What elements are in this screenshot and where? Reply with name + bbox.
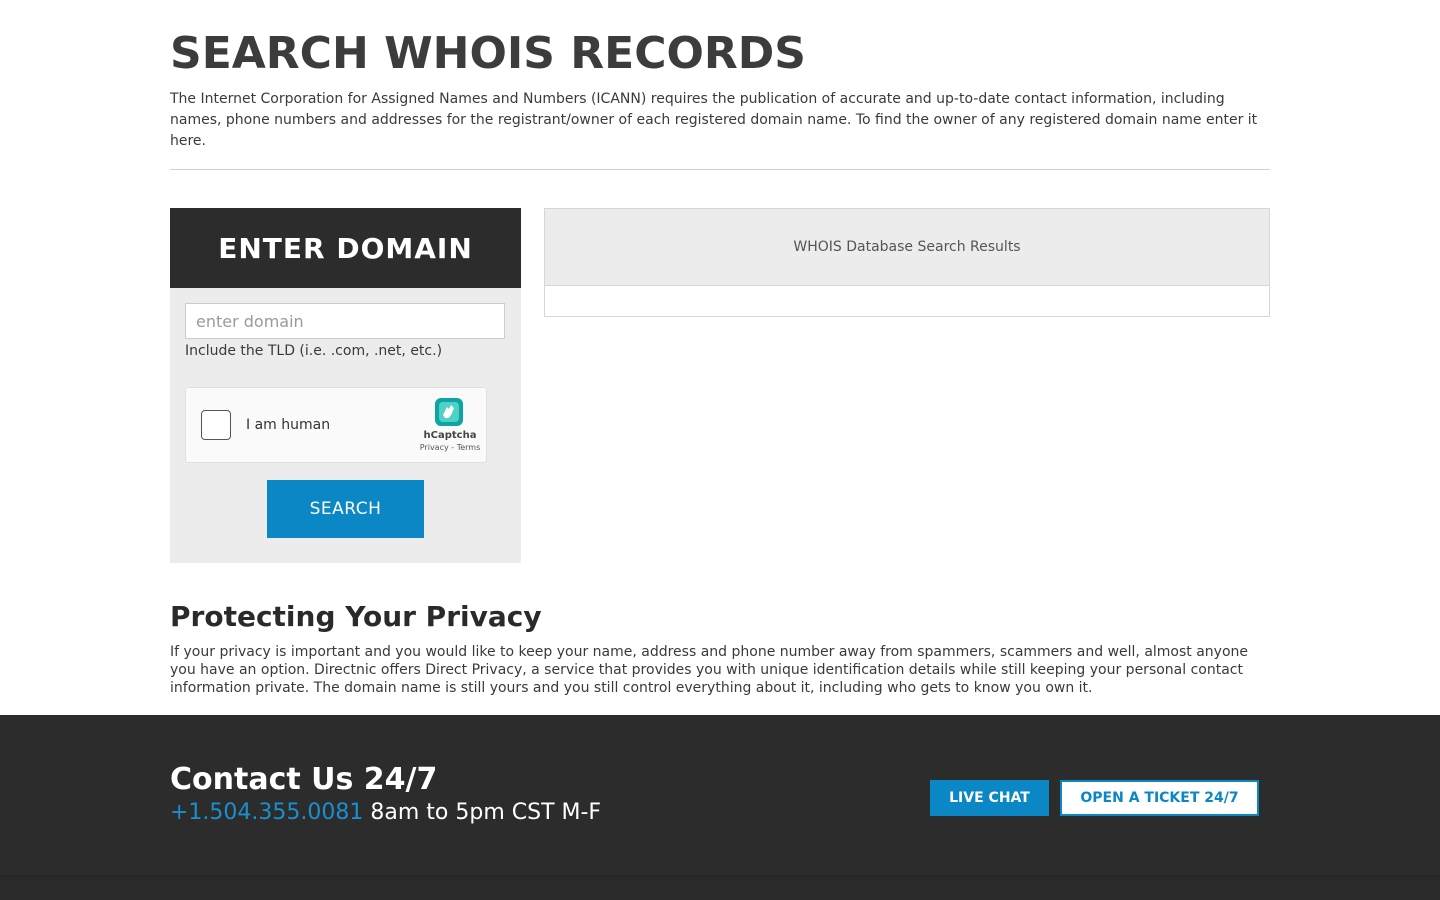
captcha-checkbox[interactable] bbox=[201, 410, 231, 440]
footer: Contact Us 24/7 +1.504.355.0081 8am to 5… bbox=[0, 715, 1440, 900]
page-title: SEARCH WHOIS RECORDS bbox=[170, 28, 806, 79]
divider bbox=[170, 169, 1270, 170]
captcha-links[interactable]: Privacy - Terms bbox=[404, 443, 496, 452]
intro-text: The Internet Corporation for Assigned Na… bbox=[170, 91, 1258, 149]
phone-link[interactable]: +1.504.355.0081 bbox=[170, 800, 363, 825]
domain-input[interactable] bbox=[185, 303, 505, 339]
privacy-title: Protecting Your Privacy bbox=[170, 600, 542, 633]
captcha-label: I am human bbox=[246, 417, 331, 433]
hcaptcha-logo-icon bbox=[435, 398, 463, 426]
captcha-widget: I am human hCaptcha Privacy - Terms bbox=[185, 387, 487, 463]
contact-line: +1.504.355.0081 8am to 5pm CST M-F bbox=[170, 800, 601, 825]
privacy-text: If your privacy is important and you wou… bbox=[170, 644, 1249, 696]
search-button[interactable]: SEARCH bbox=[267, 480, 424, 538]
footer-bottom-bar bbox=[0, 875, 1440, 900]
captcha-brand: hCaptcha bbox=[423, 430, 477, 441]
domain-search-panel: ENTER DOMAIN Include the TLD (i.e. .com,… bbox=[170, 208, 521, 563]
enter-domain-heading: ENTER DOMAIN bbox=[170, 208, 521, 288]
live-chat-button[interactable]: LIVE CHAT bbox=[930, 780, 1049, 816]
tld-hint: Include the TLD (i.e. .com, .net, etc.) bbox=[185, 343, 443, 359]
open-ticket-button[interactable]: OPEN A TICKET 24/7 bbox=[1060, 780, 1259, 816]
hours-text: 8am to 5pm CST M-F bbox=[370, 800, 602, 825]
results-panel: WHOIS Database Search Results bbox=[544, 208, 1270, 317]
results-heading: WHOIS Database Search Results bbox=[545, 209, 1269, 286]
contact-title: Contact Us 24/7 bbox=[170, 762, 438, 797]
